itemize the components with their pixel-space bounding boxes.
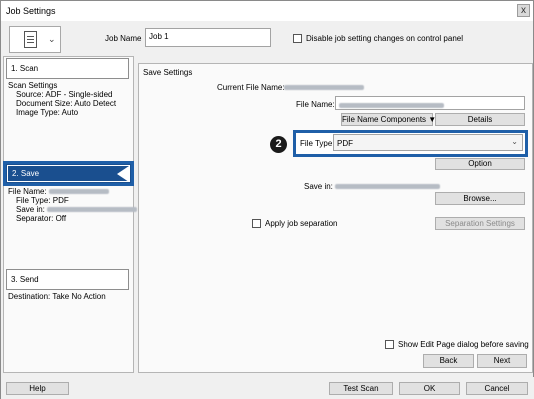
scan-image-type-text: Image Type: Auto [16, 108, 79, 117]
ok-button[interactable]: OK [399, 382, 460, 395]
save-in-label: Save in: [304, 182, 333, 191]
back-button[interactable]: Back [423, 354, 474, 368]
next-button[interactable]: Next [477, 354, 527, 368]
test-scan-button[interactable]: Test Scan [329, 382, 393, 395]
show-edit-page-label: Show Edit Page dialog before saving [398, 340, 529, 349]
pointer-arrow-icon [117, 166, 129, 182]
disable-changes-label: Disable job setting changes on control p… [306, 34, 463, 43]
save-in-text: Save in: [16, 205, 138, 214]
callout-2-badge: 2 [270, 136, 287, 153]
blurred-file-name [48, 189, 109, 195]
job-settings-window: Job Settings x ⌄ Job Name Job 1 Disable … [0, 0, 534, 399]
save-in-path-value [335, 184, 440, 189]
scan-document-size-text: Document Size: Auto Detect [16, 99, 117, 108]
separation-settings-button[interactable]: Separation Settings [435, 217, 525, 230]
file-name-label: File Name: [296, 100, 335, 109]
step-send[interactable]: 3. Send [6, 269, 129, 290]
save-separator-text: Separator: Off [16, 214, 67, 223]
job-name-input[interactable]: Job 1 [145, 28, 271, 47]
help-button[interactable]: Help [6, 382, 69, 395]
file-name-components-dropdown[interactable]: File Name Components ▼ [341, 113, 436, 126]
file-type-value: PDF [337, 139, 353, 148]
current-file-name-label: Current File Name: [217, 83, 285, 92]
details-button[interactable]: Details [435, 113, 525, 126]
footer-bar: Help Test Scan OK Cancel [1, 377, 534, 399]
step-send-label: 3. Send [11, 275, 39, 284]
send-destination-text: Destination: Take No Action [8, 292, 106, 301]
browse-button[interactable]: Browse... [435, 192, 525, 205]
file-name-input[interactable] [335, 96, 525, 110]
cancel-button[interactable]: Cancel [466, 382, 528, 395]
step-save[interactable]: 2. Save [3, 161, 134, 186]
option-button[interactable]: Option [435, 158, 525, 170]
job-icon-dropdown[interactable]: ⌄ [9, 26, 61, 53]
save-file-type-text: File Type: PDF [16, 196, 69, 205]
file-type-label: File Type: [300, 139, 335, 148]
current-file-name-value [284, 85, 364, 90]
disable-changes-checkbox[interactable] [293, 34, 302, 43]
scan-source-text: Source: ADF - Single-sided [16, 90, 113, 99]
blurred-file-name-value [339, 103, 444, 109]
apply-separation-label: Apply job separation [265, 219, 338, 228]
show-edit-page-checkbox[interactable] [385, 340, 394, 349]
step-scan[interactable]: 1. Scan [6, 58, 129, 79]
save-file-name-text: File Name: [8, 187, 109, 196]
title-bar: Job Settings x [1, 1, 533, 21]
window-title: Job Settings [6, 6, 56, 16]
step-scan-label: 1. Scan [11, 64, 39, 73]
step-save-label: 2. Save [12, 169, 40, 178]
file-type-highlight: File Type: PDF ⌄ [293, 130, 528, 157]
job-name-label: Job Name [105, 34, 142, 43]
blurred-save-path [47, 207, 138, 213]
chevron-down-icon: ⌄ [48, 34, 56, 44]
apply-separation-checkbox[interactable] [252, 219, 261, 228]
file-type-select[interactable]: PDF ⌄ [333, 134, 523, 151]
scan-settings-heading: Scan Settings [8, 81, 58, 90]
close-button[interactable]: x [517, 4, 530, 17]
document-icon [24, 31, 37, 48]
save-settings-title: Save Settings [143, 68, 193, 77]
chevron-down-icon: ⌄ [511, 137, 518, 146]
